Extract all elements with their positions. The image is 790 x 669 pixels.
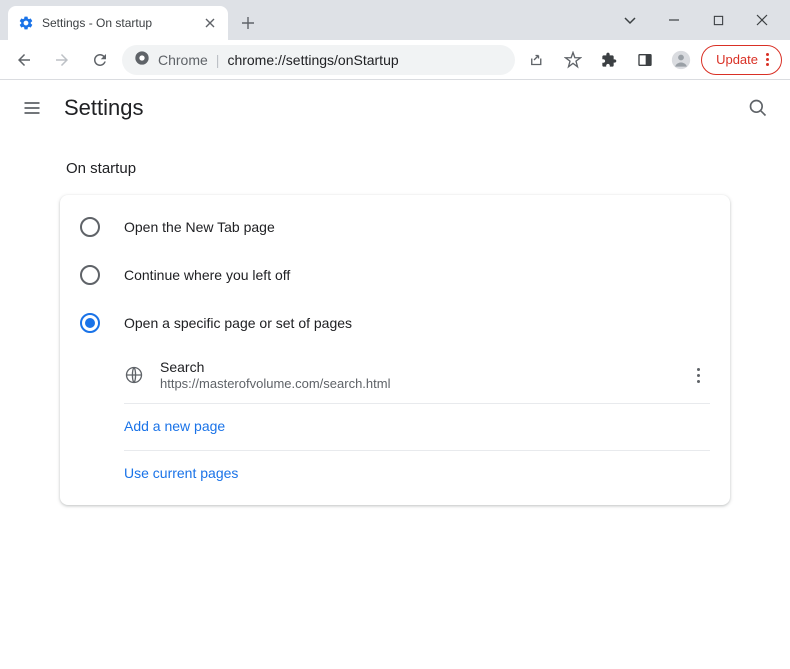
minimize-button[interactable] — [664, 10, 684, 30]
profile-avatar-icon[interactable] — [665, 44, 697, 76]
option-specific-pages[interactable]: Open a specific page or set of pages — [60, 299, 730, 347]
settings-gear-icon — [18, 15, 34, 31]
browser-tab[interactable]: Settings - On startup — [8, 6, 228, 40]
bookmark-star-icon[interactable] — [557, 44, 589, 76]
option-continue[interactable]: Continue where you left off — [60, 251, 730, 299]
radio-icon — [80, 265, 100, 285]
radio-icon — [80, 217, 100, 237]
url-text: chrome://settings/onStartup — [227, 52, 398, 68]
window-controls — [602, 0, 790, 40]
update-label: Update — [716, 52, 758, 67]
use-current-link[interactable]: Use current pages — [124, 465, 238, 481]
use-current-row: Use current pages — [124, 451, 710, 497]
radio-icon — [80, 313, 100, 333]
section-title: On startup — [66, 160, 730, 177]
add-page-link[interactable]: Add a new page — [124, 418, 225, 434]
forward-button[interactable] — [46, 44, 78, 76]
startup-page-row: Search https://masterofvolume.com/search… — [124, 347, 710, 404]
startup-card: Open the New Tab page Continue where you… — [60, 195, 730, 505]
page-url: https://masterofvolume.com/search.html — [160, 376, 670, 391]
menu-button[interactable] — [20, 96, 44, 120]
add-page-row: Add a new page — [124, 404, 710, 451]
globe-icon — [124, 365, 144, 385]
new-tab-button[interactable] — [234, 9, 262, 37]
option-label: Continue where you left off — [124, 267, 290, 283]
side-panel-icon[interactable] — [629, 44, 661, 76]
url-divider: | — [216, 52, 220, 68]
tab-bar: Settings - On startup — [0, 0, 790, 40]
pages-subsection: Search https://masterofvolume.com/search… — [124, 347, 710, 497]
extensions-icon[interactable] — [593, 44, 625, 76]
back-button[interactable] — [8, 44, 40, 76]
menu-icon — [766, 53, 769, 66]
page-title: Settings — [64, 95, 726, 121]
page-menu-button[interactable] — [686, 368, 710, 383]
search-button[interactable] — [746, 96, 770, 120]
toolbar: Chrome | chrome://settings/onStartup Upd… — [0, 40, 790, 80]
update-button[interactable]: Update — [701, 45, 782, 75]
kebab-icon — [697, 368, 700, 383]
tab-title: Settings - On startup — [42, 16, 194, 30]
close-window-button[interactable] — [752, 10, 772, 30]
chrome-logo-icon — [134, 50, 150, 69]
option-new-tab[interactable]: Open the New Tab page — [60, 203, 730, 251]
url-scheme: Chrome — [158, 52, 208, 68]
reload-button[interactable] — [84, 44, 116, 76]
option-label: Open a specific page or set of pages — [124, 315, 352, 331]
settings-header: Settings — [0, 80, 790, 136]
address-bar[interactable]: Chrome | chrome://settings/onStartup — [122, 45, 515, 75]
content: On startup Open the New Tab page Continu… — [0, 160, 790, 505]
option-label: Open the New Tab page — [124, 219, 275, 235]
chevron-down-icon[interactable] — [620, 10, 640, 30]
share-icon[interactable] — [521, 44, 553, 76]
page-name: Search — [160, 359, 670, 375]
close-tab-icon[interactable] — [202, 15, 218, 31]
maximize-button[interactable] — [708, 10, 728, 30]
